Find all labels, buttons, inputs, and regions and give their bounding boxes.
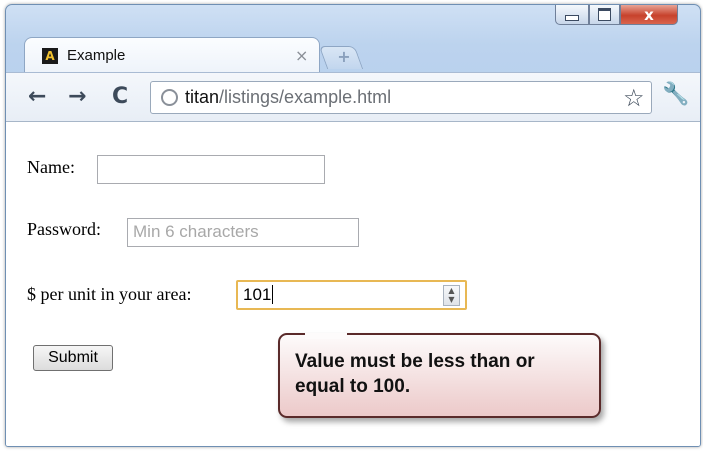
- tab-example[interactable]: A Example ×: [24, 37, 320, 73]
- validation-bubble: Value must be less than or equal to 100.: [278, 333, 601, 418]
- address-bar[interactable]: titan/listings/example.html ☆: [150, 81, 652, 114]
- wrench-menu-icon[interactable]: 🔧: [662, 82, 689, 107]
- browser-toolbar: ← → C titan/listings/example.html ☆ 🔧: [6, 72, 700, 122]
- bubble-pointer-mask: [305, 333, 347, 339]
- tab-title: Example: [67, 47, 126, 64]
- forward-icon[interactable]: →: [68, 84, 86, 109]
- text-caret: [272, 285, 274, 304]
- new-tab-icon: +: [337, 47, 351, 66]
- url-host: titan: [185, 87, 220, 107]
- validation-message: Value must be less than or equal to 100.: [295, 351, 535, 397]
- price-label: $ per unit in your area:: [27, 284, 192, 304]
- submit-button[interactable]: Submit: [33, 345, 113, 371]
- url-path: /listings/example.html: [219, 87, 392, 107]
- reload-icon[interactable]: C: [112, 84, 128, 109]
- close-icon: x: [644, 5, 654, 24]
- browser-window: x A Example × + ← → C titan/listings/exa…: [5, 4, 701, 447]
- bookmark-star-icon[interactable]: ☆: [623, 84, 645, 112]
- close-window-button[interactable]: x: [620, 5, 678, 25]
- price-value: 101: [243, 285, 272, 304]
- name-label: Name:: [27, 157, 75, 177]
- password-placeholder: Min 6 characters: [133, 222, 259, 241]
- maximize-icon: [598, 8, 611, 21]
- url-text: titan/listings/example.html: [185, 87, 391, 108]
- favicon-icon: A: [42, 48, 58, 64]
- tab-close-icon[interactable]: ×: [295, 46, 308, 65]
- name-field[interactable]: [97, 155, 325, 184]
- spinner-arrows-icon[interactable]: ▲ ▼: [443, 285, 460, 306]
- back-icon[interactable]: ←: [28, 84, 46, 109]
- page-info-icon[interactable]: [161, 89, 178, 106]
- password-label: Password:: [27, 219, 102, 239]
- price-number-input[interactable]: 101 ▲ ▼: [236, 280, 467, 310]
- maximize-button[interactable]: [589, 5, 620, 25]
- page-content: Name: Password: Min 6 characters $ per u…: [6, 122, 700, 446]
- minimize-button[interactable]: [555, 5, 589, 25]
- minimize-icon: [565, 14, 579, 21]
- password-field[interactable]: Min 6 characters: [127, 218, 359, 247]
